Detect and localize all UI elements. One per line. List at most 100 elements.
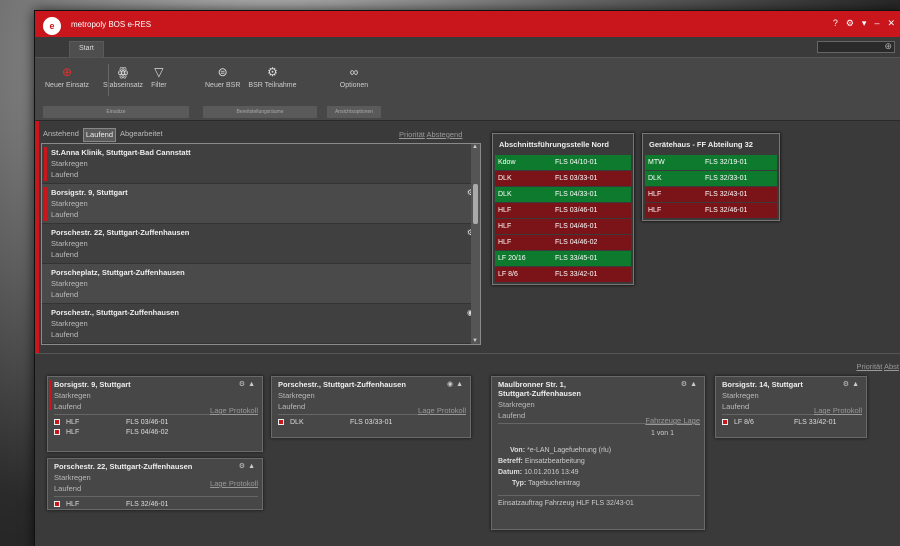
vehicle-row[interactable]: Kdow FLS 04/10-01 [495, 155, 631, 170]
collapse-icon[interactable]: ▲ [248, 381, 258, 388]
new-incident-button[interactable]: ⊕ Neuer Einsatz [41, 64, 93, 89]
vehicle-fls: FLS 04/46-01 [555, 223, 598, 230]
vehicle-row[interactable]: HLF FLS 32/46-01 [54, 499, 258, 509]
incident-card[interactable]: ⚙▲ Borsigstr. 14, Stuttgart Starkregen L… [715, 376, 867, 438]
vehicle-row[interactable]: DLK FLS 03/33-01 [278, 417, 466, 427]
protokoll-link[interactable]: Protokoll [229, 406, 258, 415]
vehicle-row[interactable]: LF 8/6 FLS 33/42-01 [495, 267, 631, 282]
filter-laufend[interactable]: Laufend [82, 128, 116, 142]
card-icons: ⚙▲ [239, 380, 258, 388]
protokoll-link[interactable]: Protokoll [833, 406, 862, 415]
lage-link[interactable]: Lage [210, 479, 227, 488]
vehicle-row[interactable]: HLF FLS 04/46-02 [495, 235, 631, 250]
vehicle-type: LF 8/6 [498, 271, 518, 278]
vehicle-type: HLF [498, 239, 512, 246]
vehicle-row[interactable]: HLF FLS 32/46-01 [645, 203, 777, 218]
status-square [54, 419, 60, 425]
minimize-icon[interactable]: – [874, 18, 879, 28]
vehicle-row[interactable]: HLF FLS 04/46-02 [54, 427, 258, 437]
app-logo: e [41, 15, 63, 37]
vehicle-fls: FLS 03/46-01 [126, 418, 169, 426]
vehicle-table-title: Abschnittsführungsstelle Nord [499, 140, 610, 149]
search-input[interactable]: ⊕ [817, 41, 895, 53]
incident-item[interactable]: St.Anna Klinik, Stuttgart-Bad Cannstatt … [42, 144, 480, 184]
lage-link[interactable]: Lage [814, 406, 831, 415]
dropdown-icon[interactable]: ▾ [862, 18, 867, 28]
scroll-thumb[interactable] [473, 184, 478, 224]
staff-icon[interactable]: ⚙ [239, 463, 248, 470]
sort-direction[interactable]: Abst [884, 362, 899, 371]
vehicle-row[interactable]: LF 20/16 FLS 33/45-01 [495, 251, 631, 266]
vehicle-row[interactable]: HLF FLS 04/46-01 [495, 219, 631, 234]
incident-status: Laufend [51, 290, 79, 299]
lage-link[interactable]: Lage [210, 406, 227, 415]
vehicle-fls: FLS 33/42-01 [555, 271, 598, 278]
incident-item[interactable]: Porscheplatz, Stuttgart-Zuffenhausen Sta… [42, 264, 480, 304]
settings-icon[interactable]: ⚙ [846, 18, 854, 28]
ribbon-group-label: Einsätze [43, 106, 189, 118]
vehicle-row[interactable]: HLF FLS 03/46-01 [495, 203, 631, 218]
incident-address: Porscheplatz, Stuttgart-Zuffenhausen [51, 268, 185, 277]
incident-detail-card[interactable]: ⚙▲ Maulbronner Str. 1, Stuttgart-Zuffenh… [491, 376, 705, 530]
journal-date-label: Datum: [498, 469, 523, 476]
journal-subject: Betreff: Einsatzbearbeitung [498, 458, 700, 465]
lage-link[interactable]: Lage [683, 416, 700, 425]
list-scrollbar[interactable]: ▲ ▼ [471, 144, 480, 344]
card-icons: ⚙▲ [681, 380, 700, 388]
bsr-join-button[interactable]: ⚙ BSR Teilnahme [244, 64, 300, 89]
incident-keyword: Starkregen [51, 319, 88, 328]
help-icon[interactable]: ? [833, 18, 838, 28]
filter-button[interactable]: ▽ Filter [147, 64, 171, 89]
bsr-join-label: BSR Teilnahme [248, 82, 297, 89]
vehicle-row[interactable]: LF 8/6 FLS 33/42-01 [722, 417, 862, 427]
incident-item[interactable]: Borsigstr. 9, Stuttgart Starkregen Laufe… [42, 184, 480, 224]
vehicle-fls: FLS 32/33-01 [705, 175, 748, 182]
incident-card[interactable]: ⚙▲ Porschestr. 22, Stuttgart-Zuffenhause… [47, 458, 263, 510]
vehicle-fls: FLS 04/10-01 [555, 159, 598, 166]
vehicle-fls: FLS 03/46-01 [555, 207, 598, 214]
lage-link[interactable]: Lage [418, 406, 435, 415]
protokoll-link[interactable]: Protokoll [437, 406, 466, 415]
incident-keyword: Starkregen [51, 159, 88, 168]
protokoll-link[interactable]: Protokoll [229, 479, 258, 488]
eye-icon[interactable]: ◉ [447, 381, 456, 388]
incident-item[interactable]: Porschestr. 22, Stuttgart-Zuffenhausen S… [42, 224, 480, 264]
options-label: Optionen [339, 82, 369, 89]
collapse-icon[interactable]: ▲ [456, 381, 466, 388]
new-bsr-button[interactable]: ⊜ Neuer BSR [201, 64, 244, 89]
sort-direction[interactable]: Abstegend [427, 130, 463, 139]
staff-incident-button[interactable]: ꙮ Stabseinsatz [99, 64, 147, 89]
vehicle-row[interactable]: DLK FLS 04/33-01 [495, 187, 631, 202]
incident-card[interactable]: ⚙▲ Borsigstr. 9, Stuttgart Starkregen La… [47, 376, 263, 452]
sort-priority[interactable]: Priorität [399, 130, 425, 139]
vehicle-row[interactable]: MTW FLS 32/19-01 [645, 155, 777, 170]
close-icon[interactable]: ✕ [887, 18, 895, 28]
tab-start[interactable]: Start [69, 41, 104, 57]
journal-from-value: *e-LAN_Lagefuehrung (rlu) [527, 447, 612, 454]
collapse-icon[interactable]: ▲ [690, 381, 700, 388]
card-links: Lage Protokoll [814, 406, 862, 415]
filter-abgearbeitet[interactable]: Abgearbeitet [118, 128, 165, 142]
incident-item[interactable]: Porschestr., Stuttgart-Zuffenhausen Star… [42, 304, 480, 344]
fahrzeuge-link[interactable]: Fahrzeuge [645, 416, 681, 425]
staff-icon[interactable]: ⚙ [681, 381, 690, 388]
vehicle-row[interactable]: DLK FLS 03/33-01 [495, 171, 631, 186]
vehicle-row[interactable]: DLK FLS 32/33-01 [645, 171, 777, 186]
staff-icon[interactable]: ⚙ [843, 381, 852, 388]
collapse-icon[interactable]: ▲ [248, 463, 258, 470]
sort-priority[interactable]: Priorität [856, 362, 882, 371]
vehicle-fls: FLS 04/46-02 [126, 428, 169, 436]
pager[interactable]: 1 von 1 [498, 430, 700, 437]
vehicle-row[interactable]: HLF FLS 32/43-01 [645, 187, 777, 202]
incident-keyword: Starkregen [51, 239, 88, 248]
divider [54, 496, 258, 497]
vehicle-row[interactable]: HLF FLS 03/46-01 [54, 417, 258, 427]
vehicle-fls: FLS 03/33-01 [555, 175, 598, 182]
collapse-icon[interactable]: ▲ [852, 381, 862, 388]
filter-anstehend[interactable]: Anstehend [41, 128, 81, 142]
scroll-up-icon[interactable]: ▲ [472, 144, 478, 150]
options-button[interactable]: ∞ Optionen [336, 64, 372, 89]
scroll-down-icon[interactable]: ▼ [472, 338, 478, 344]
incident-card[interactable]: ◉▲ Porschestr., Stuttgart-Zuffenhausen S… [271, 376, 471, 438]
staff-icon[interactable]: ⚙ [239, 381, 248, 388]
